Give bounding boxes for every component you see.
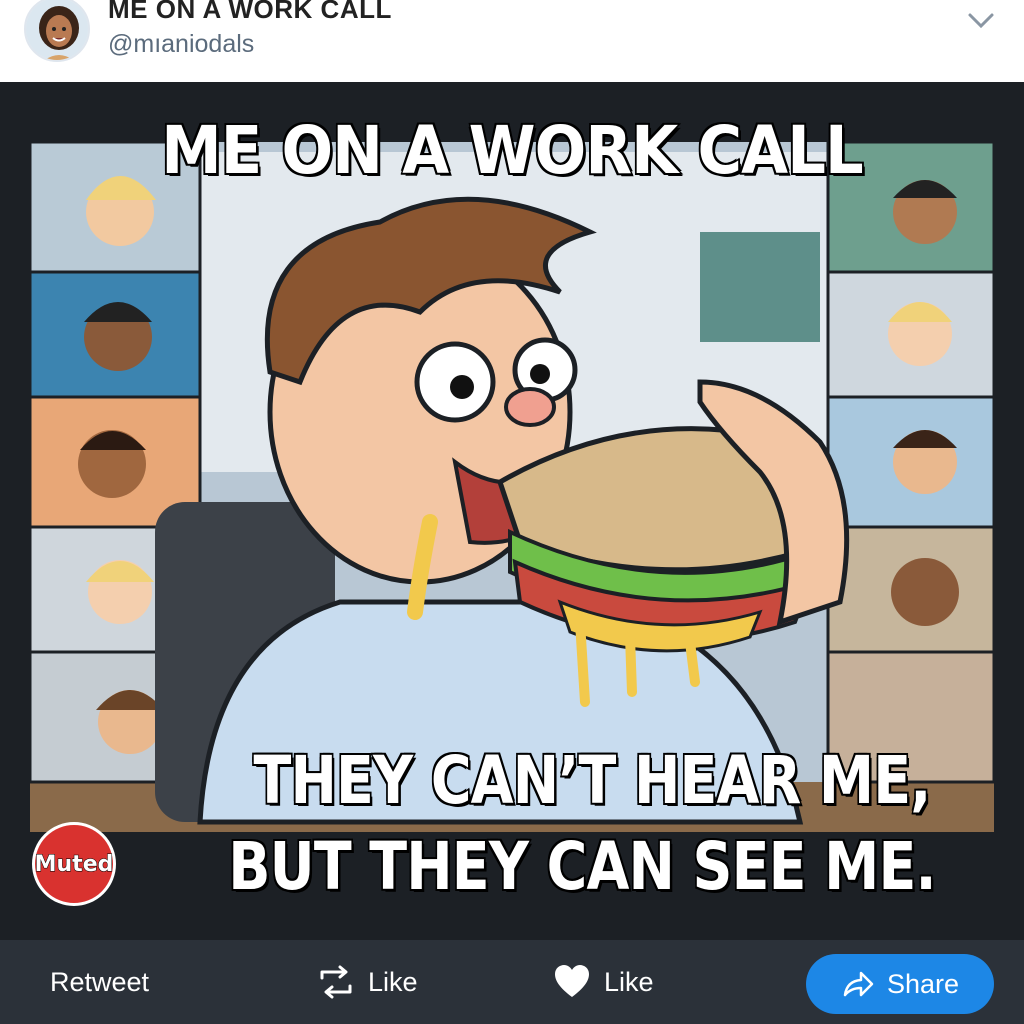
caption-top: ME ON A WORK CALL <box>160 111 865 191</box>
like-button-1[interactable]: Like <box>316 940 418 1024</box>
share-button[interactable]: Share <box>806 954 994 1014</box>
share-label: Share <box>886 968 960 999</box>
display-name[interactable]: ME ON A WORK CALL <box>108 0 392 25</box>
tweet-header: ME ON A WORK CALL @mıaniodals <box>0 0 1024 82</box>
retweet-button[interactable]: Retweet <box>50 940 149 1024</box>
caption-bottom-line1: THEY CAN’T HEAR ME, <box>252 741 932 821</box>
user-handle[interactable]: @mıaniodals <box>108 30 254 59</box>
caption-bottom-line2: BUT THEY CAN SEE ME. <box>227 827 938 907</box>
muted-badge: Muted <box>32 822 116 906</box>
retweet-label: Retweet <box>50 966 150 997</box>
like-label-2: Like <box>604 966 654 997</box>
woman-avatar-icon <box>26 0 88 60</box>
muted-label: Muted <box>34 851 114 877</box>
meme-image: ME ON A WORK CALL THEY CAN’T HEAR ME, BU… <box>0 82 1024 940</box>
like-button-2[interactable]: Like <box>552 940 654 1024</box>
heart-icon <box>555 965 589 997</box>
like-label-1: Like <box>368 966 418 997</box>
share-arrow-icon <box>843 971 874 997</box>
retweet-icon <box>320 965 352 999</box>
tweet-actions: Retweet Like Like Share <box>0 940 1024 1024</box>
user-avatar[interactable] <box>24 0 90 62</box>
chevron-down-icon[interactable] <box>964 6 998 34</box>
